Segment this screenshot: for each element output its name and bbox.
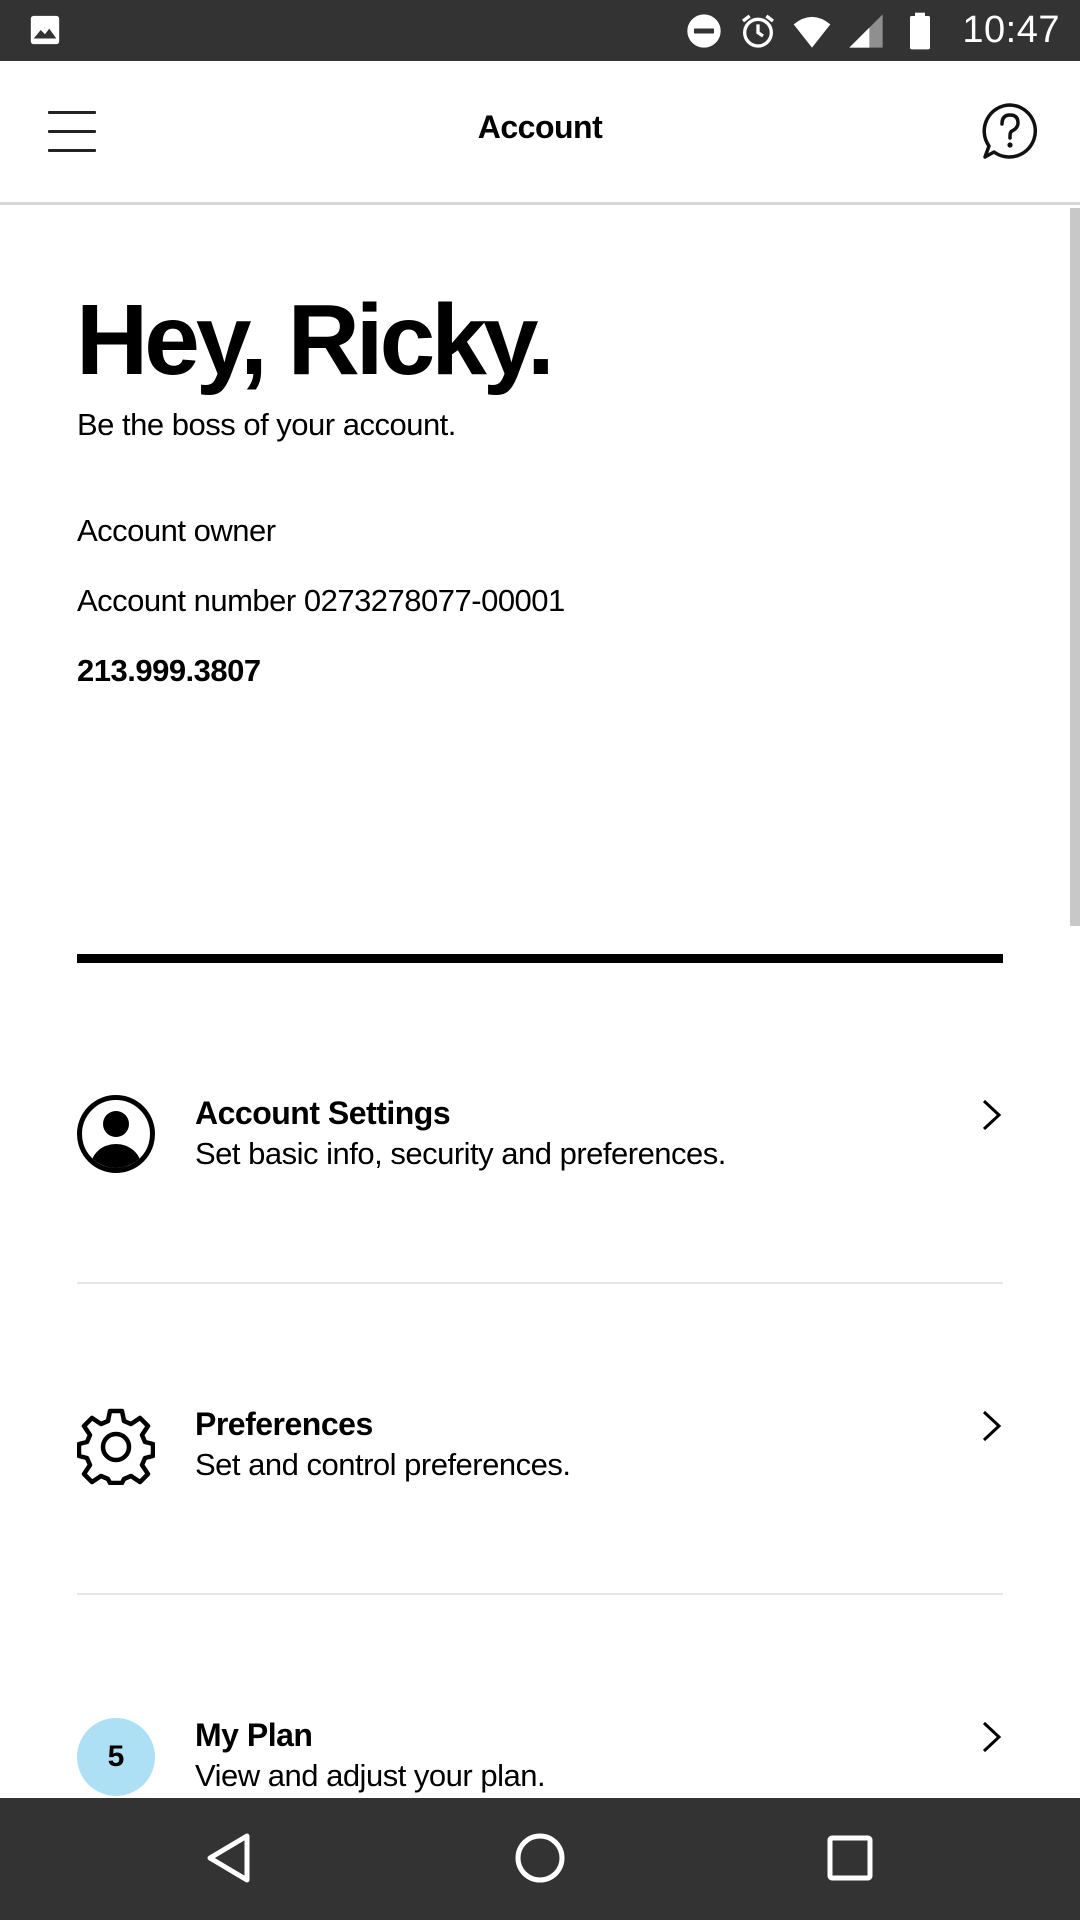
account-content[interactable]: Hey, Ricky. Be the boss of your account.… [0, 208, 1080, 1798]
back-triangle-icon[interactable] [200, 1828, 260, 1888]
chevron-right-icon [982, 1410, 1002, 1442]
chevron-right-icon [982, 1099, 1002, 1131]
menu-item-my-plan[interactable]: 5 My Plan View and adjust your plan. [77, 1672, 1003, 1798]
signal-icon [849, 13, 884, 48]
status-bar: 10:47 [0, 0, 1080, 61]
app-header: Account [0, 61, 1080, 205]
recents-square-icon[interactable] [820, 1828, 880, 1888]
do-not-disturb-icon [687, 13, 722, 48]
battery-icon [910, 12, 931, 49]
plan-badge: 5 [77, 1718, 155, 1796]
status-time: 10:47 [962, 9, 1060, 51]
chevron-right-icon [982, 1721, 1002, 1753]
section-divider [77, 954, 1003, 963]
row-divider [77, 1593, 1003, 1595]
menu-item-preferences[interactable]: Preferences Set and control preferences. [77, 1361, 1003, 1672]
menu-item-title: Preferences [195, 1406, 373, 1442]
page-title: Account [477, 109, 603, 145]
gear-icon [77, 1408, 155, 1485]
help-chat-icon[interactable] [980, 101, 1040, 161]
menu-item-title: Account Settings [195, 1095, 451, 1131]
user-circle-icon [77, 1095, 155, 1173]
greeting-heading: Hey, Ricky. [76, 284, 555, 396]
menu-item-subtitle: View and adjust your plan. [195, 1758, 546, 1793]
menu-item-account-settings[interactable]: Account Settings Set basic info, securit… [77, 1050, 1003, 1361]
wifi-icon [794, 16, 831, 48]
greeting-tagline: Be the boss of your account. [77, 407, 456, 442]
menu-item-subtitle: Set basic info, security and preferences… [195, 1136, 726, 1171]
alarm-icon [742, 14, 775, 48]
phone-number: 213.999.3807 [77, 653, 261, 688]
row-divider [77, 1282, 1003, 1284]
menu-item-title: My Plan [195, 1717, 313, 1753]
system-nav-bar [0, 1798, 1080, 1920]
menu-item-subtitle: Set and control preferences. [195, 1447, 571, 1482]
account-number: Account number 0273278077-00001 [77, 583, 565, 618]
account-role: Account owner [77, 513, 276, 548]
scrollbar[interactable] [1070, 208, 1080, 926]
home-circle-icon[interactable] [510, 1828, 570, 1888]
image-icon [30, 15, 60, 45]
